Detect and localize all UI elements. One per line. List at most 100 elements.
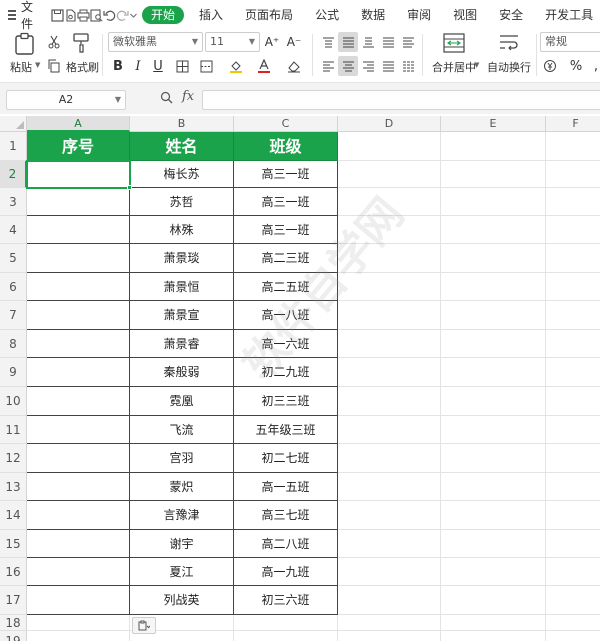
table-cell[interactable]	[27, 244, 130, 273]
spreadsheet-grid[interactable]: A B C D E F 1 2 3 4 5 6 7 8 9 10 11 12 13 14 15 16 17 18 19 序号 姓名班…	[0, 116, 600, 641]
bold-button[interactable]: B	[108, 56, 128, 76]
grid-cell[interactable]	[546, 132, 600, 161]
grid-cell[interactable]	[546, 558, 600, 586]
grid-cell[interactable]	[338, 188, 441, 216]
table-cell[interactable]: 列战英	[130, 586, 234, 615]
merge-center-button[interactable]: 合并居中 ▼	[428, 32, 480, 78]
table-cell[interactable]: 夏江	[130, 558, 234, 586]
grid-cell[interactable]	[338, 273, 441, 301]
row-header[interactable]: 19	[0, 631, 27, 641]
grid-cell[interactable]	[546, 586, 600, 615]
insert-function-button[interactable]: fx	[182, 89, 194, 104]
table-cell[interactable]	[27, 387, 130, 416]
grid-cell[interactable]	[441, 301, 546, 330]
table-cell[interactable]	[27, 301, 130, 330]
table-cell[interactable]: 初三三班	[234, 387, 338, 416]
grid-cell[interactable]	[546, 631, 600, 641]
column-header-d[interactable]: D	[338, 116, 441, 132]
paste-options-button[interactable]	[132, 617, 156, 634]
table-cell[interactable]	[27, 501, 130, 530]
align-center-icon[interactable]	[338, 56, 358, 76]
grid-cell[interactable]	[338, 530, 441, 558]
table-cell[interactable]: 高三一班	[234, 188, 338, 216]
grid-cell[interactable]	[441, 416, 546, 444]
name-box[interactable]: A2 ▼	[6, 90, 126, 110]
row-header[interactable]: 1	[0, 132, 27, 161]
wrap-text-button[interactable]: 自动换行	[484, 32, 534, 78]
align-left-icon[interactable]	[318, 56, 338, 76]
align-top-icon[interactable]	[318, 32, 338, 52]
row-header[interactable]: 11	[0, 416, 27, 444]
row-header[interactable]: 6	[0, 273, 27, 301]
grid-cell[interactable]	[546, 216, 600, 244]
format-painter-button[interactable]: 格式刷	[64, 32, 99, 78]
table-cell[interactable]	[27, 273, 130, 301]
table-cell[interactable]: 高二八班	[234, 530, 338, 558]
grid-cell[interactable]	[441, 501, 546, 530]
row-header[interactable]: 17	[0, 586, 27, 615]
grid-cell[interactable]	[546, 530, 600, 558]
column-header-a[interactable]: A	[27, 116, 130, 132]
table-header-cell[interactable]: 姓名	[130, 132, 234, 161]
grid-cell[interactable]	[338, 586, 441, 615]
table-cell[interactable]: 萧景恒	[130, 273, 234, 301]
grid-cell[interactable]	[338, 387, 441, 416]
column-header-e[interactable]: E	[441, 116, 546, 132]
tab-data[interactable]: 数据	[350, 0, 396, 30]
grid-cell[interactable]	[441, 188, 546, 216]
grid-cell[interactable]	[338, 161, 441, 188]
print-preview-icon[interactable]	[90, 4, 103, 26]
grid-cell[interactable]	[338, 615, 441, 631]
table-cell[interactable]: 萧景琰	[130, 244, 234, 273]
font-color-icon[interactable]	[254, 56, 274, 76]
grid-cell[interactable]	[338, 631, 441, 641]
orientation-icon[interactable]	[378, 32, 398, 52]
grid-cell[interactable]	[441, 273, 546, 301]
row-header[interactable]: 4	[0, 216, 27, 244]
cut-icon[interactable]	[44, 32, 64, 52]
row-header[interactable]: 14	[0, 501, 27, 530]
tab-review[interactable]: 审阅	[396, 0, 442, 30]
grow-font-button[interactable]: A⁺	[262, 32, 282, 52]
row-header[interactable]: 12	[0, 444, 27, 473]
grid-cell[interactable]	[546, 473, 600, 501]
grid-cell[interactable]	[546, 358, 600, 387]
row-header[interactable]: 8	[0, 330, 27, 358]
table-cell[interactable]: 高三一班	[234, 216, 338, 244]
table-cell[interactable]	[27, 358, 130, 387]
grid-cell[interactable]	[338, 358, 441, 387]
table-cell[interactable]: 飞流	[130, 416, 234, 444]
paste-button[interactable]: 粘贴 ▼	[8, 32, 42, 78]
table-cell[interactable]: 蒙炽	[130, 473, 234, 501]
table-cell[interactable]: 高一八班	[234, 301, 338, 330]
table-cell[interactable]: 高一六班	[234, 330, 338, 358]
chevron-down-icon[interactable]	[129, 4, 138, 26]
row-header[interactable]: 15	[0, 530, 27, 558]
percent-icon[interactable]: %	[566, 56, 586, 76]
chevron-down-icon[interactable]: ▼	[474, 61, 479, 69]
grid-cell[interactable]	[338, 330, 441, 358]
table-cell[interactable]: 初三六班	[234, 586, 338, 615]
copy-icon[interactable]	[44, 56, 64, 76]
table-cell[interactable]	[27, 161, 130, 188]
currency-icon[interactable]	[540, 56, 560, 76]
table-cell[interactable]	[27, 530, 130, 558]
grid-cell[interactable]	[546, 387, 600, 416]
save-icon[interactable]	[51, 4, 64, 26]
grid-cell[interactable]	[441, 330, 546, 358]
select-all-corner[interactable]	[0, 116, 27, 132]
row-header[interactable]: 7	[0, 301, 27, 330]
table-cell[interactable]	[27, 558, 130, 586]
grid-cell[interactable]	[546, 244, 600, 273]
table-cell[interactable]: 高二三班	[234, 244, 338, 273]
table-cell[interactable]: 萧景宣	[130, 301, 234, 330]
grid-cell[interactable]	[441, 132, 546, 161]
grid-cell[interactable]	[546, 416, 600, 444]
grid-cell[interactable]	[546, 330, 600, 358]
tab-page-layout[interactable]: 页面布局	[234, 0, 304, 30]
distributed-icon[interactable]	[398, 56, 418, 76]
align-right-icon[interactable]	[358, 56, 378, 76]
row-header[interactable]: 10	[0, 387, 27, 416]
grid-cell[interactable]	[338, 473, 441, 501]
grid-cell[interactable]	[441, 631, 546, 641]
